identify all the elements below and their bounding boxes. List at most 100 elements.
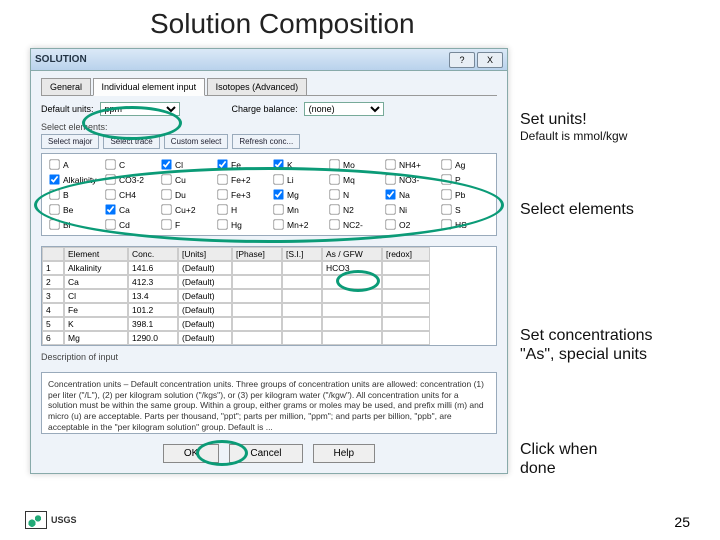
element-nh4+[interactable]: NH4+ (384, 158, 434, 171)
table-cell[interactable]: 13.4 (128, 289, 178, 303)
element-nc2-[interactable]: NC2- (328, 218, 378, 231)
element-cu+2[interactable]: Cu+2 (160, 203, 210, 216)
element-checkbox[interactable] (385, 159, 395, 169)
element-checkbox[interactable] (49, 204, 59, 214)
table-cell[interactable] (232, 261, 282, 275)
element-ch4[interactable]: CH4 (104, 188, 154, 201)
element-fe+2[interactable]: Fe+2 (216, 173, 266, 186)
custom-select-button[interactable]: Custom select (164, 134, 229, 149)
element-checkbox[interactable] (105, 159, 115, 169)
element-checkbox[interactable] (161, 189, 171, 199)
table-cell[interactable]: 141.6 (128, 261, 178, 275)
element-checkbox[interactable] (441, 189, 451, 199)
element-cl[interactable]: Cl (160, 158, 210, 171)
element-checkbox[interactable] (329, 219, 339, 229)
table-cell[interactable]: (Default) (178, 331, 232, 345)
table-cell[interactable]: 1290.0 (128, 331, 178, 345)
tab-general[interactable]: General (41, 78, 91, 95)
element-checkbox[interactable] (385, 204, 395, 214)
element-f[interactable]: F (160, 218, 210, 231)
table-cell[interactable] (282, 275, 322, 289)
element-checkbox[interactable] (441, 174, 451, 184)
element-checkbox[interactable] (329, 189, 339, 199)
element-k[interactable]: K (272, 158, 322, 171)
element-checkbox[interactable] (441, 219, 451, 229)
ok-button[interactable]: OK (163, 444, 219, 463)
table-cell[interactable] (282, 289, 322, 303)
element-be[interactable]: Be (48, 203, 98, 216)
element-checkbox[interactable] (273, 159, 283, 169)
table-cell[interactable]: 398.1 (128, 317, 178, 331)
element-checkbox[interactable] (49, 189, 59, 199)
element-no3-[interactable]: NO3- (384, 173, 434, 186)
element-checkbox[interactable] (217, 204, 227, 214)
element-du[interactable]: Du (160, 188, 210, 201)
table-row[interactable]: 6Mg1290.0(Default) (42, 331, 496, 345)
element-mn[interactable]: Mn (272, 203, 322, 216)
element-checkbox[interactable] (161, 159, 171, 169)
element-a[interactable]: A (48, 158, 98, 171)
tab-isotopes[interactable]: Isotopes (Advanced) (207, 78, 308, 95)
table-cell[interactable] (322, 289, 382, 303)
table-cell[interactable] (282, 303, 322, 317)
table-cell[interactable]: (Default) (178, 317, 232, 331)
table-cell[interactable]: 101.2 (128, 303, 178, 317)
element-fe+3[interactable]: Fe+3 (216, 188, 266, 201)
table-cell[interactable]: (Default) (178, 289, 232, 303)
element-checkbox[interactable] (273, 189, 283, 199)
cancel-button[interactable]: Cancel (229, 444, 302, 463)
table-cell[interactable] (232, 317, 282, 331)
element-co3-2[interactable]: CO3-2 (104, 173, 154, 186)
table-cell[interactable] (232, 331, 282, 345)
element-checkbox[interactable] (105, 219, 115, 229)
element-checkbox[interactable] (161, 204, 171, 214)
element-checkbox[interactable] (217, 159, 227, 169)
table-cell[interactable] (382, 317, 430, 331)
close-icon[interactable]: X (477, 52, 503, 68)
element-checkbox[interactable] (105, 189, 115, 199)
table-row[interactable]: 5K398.1(Default) (42, 317, 496, 331)
element-mo[interactable]: Mo (328, 158, 378, 171)
default-units-select[interactable]: ppm (100, 102, 180, 116)
element-checkbox[interactable] (273, 174, 283, 184)
table-cell[interactable] (322, 275, 382, 289)
element-checkbox[interactable] (273, 219, 283, 229)
table-cell[interactable] (382, 261, 430, 275)
table-cell[interactable] (322, 303, 382, 317)
element-checkbox[interactable] (105, 174, 115, 184)
table-cell[interactable] (322, 317, 382, 331)
table-cell[interactable]: 412.3 (128, 275, 178, 289)
element-ca[interactable]: Ca (104, 203, 154, 216)
element-cd[interactable]: Cd (104, 218, 154, 231)
element-mg[interactable]: Mg (272, 188, 322, 201)
element-checkbox[interactable] (161, 219, 171, 229)
element-mq[interactable]: Mq (328, 173, 378, 186)
element-checkbox[interactable] (385, 174, 395, 184)
table-cell[interactable] (232, 289, 282, 303)
element-hs[interactable]: HS (440, 218, 490, 231)
element-hg[interactable]: Hg (216, 218, 266, 231)
table-cell[interactable] (382, 289, 430, 303)
element-checkbox[interactable] (49, 174, 59, 184)
tab-individual-element[interactable]: Individual element input (93, 78, 206, 96)
element-fe[interactable]: Fe (216, 158, 266, 171)
element-checkbox[interactable] (329, 159, 339, 169)
element-mn+2[interactable]: Mn+2 (272, 218, 322, 231)
table-cell[interactable] (282, 317, 322, 331)
table-cell[interactable]: HCO3 (322, 261, 382, 275)
table-cell[interactable] (232, 303, 282, 317)
element-b[interactable]: B (48, 188, 98, 201)
element-checkbox[interactable] (385, 219, 395, 229)
table-cell[interactable] (232, 275, 282, 289)
element-s[interactable]: S (440, 203, 490, 216)
table-cell[interactable] (382, 331, 430, 345)
table-cell[interactable]: (Default) (178, 275, 232, 289)
element-pb[interactable]: Pb (440, 188, 490, 201)
table-cell[interactable]: (Default) (178, 303, 232, 317)
element-na[interactable]: Na (384, 188, 434, 201)
element-checkbox[interactable] (49, 159, 59, 169)
help-icon[interactable]: ? (449, 52, 475, 68)
element-p[interactable]: P (440, 173, 490, 186)
element-checkbox[interactable] (217, 174, 227, 184)
table-row[interactable]: 4Fe101.2(Default) (42, 303, 496, 317)
